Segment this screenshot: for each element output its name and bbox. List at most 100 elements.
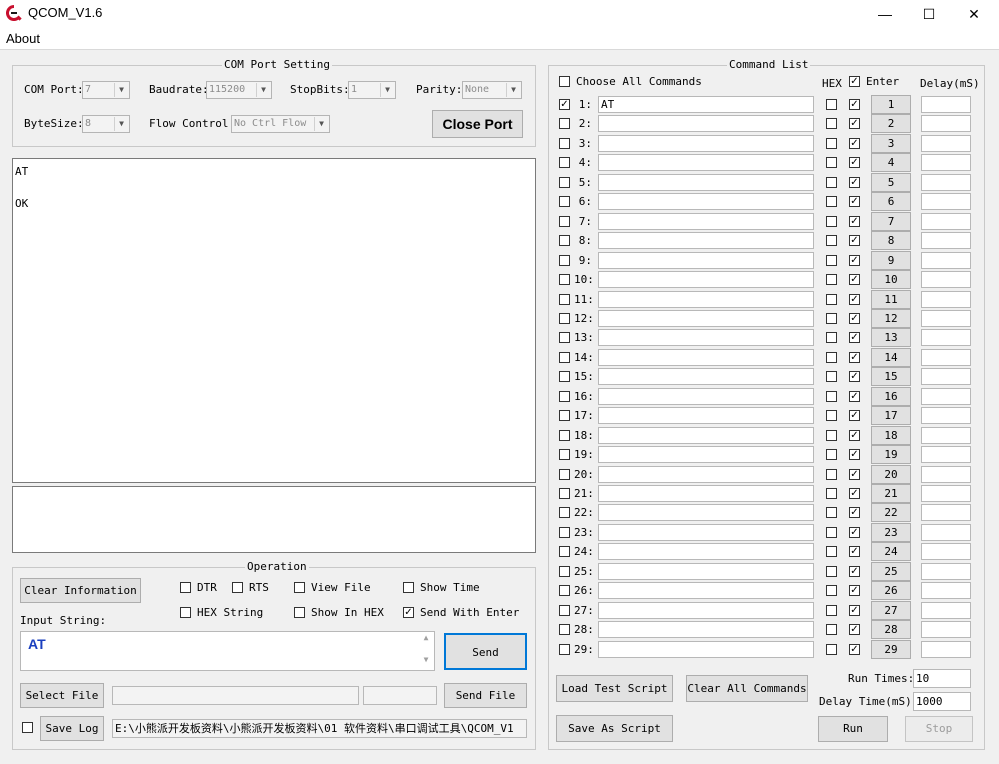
command-select-checkbox[interactable] [559,235,570,247]
command-enter-checkbox[interactable]: ✓ [849,254,860,266]
save-as-script-button[interactable]: Save As Script [556,715,673,742]
command-send-button[interactable]: 6 [871,192,911,212]
command-send-button[interactable]: 27 [871,600,911,620]
save-log-checkbox[interactable] [22,722,33,733]
command-hex-checkbox[interactable] [826,546,837,558]
command-select-checkbox[interactable] [559,293,570,305]
command-enter-checkbox[interactable]: ✓ [849,118,860,130]
command-enter-checkbox[interactable]: ✓ [849,429,860,441]
command-enter-checkbox[interactable]: ✓ [849,332,860,344]
command-delay-input[interactable] [921,621,971,639]
command-hex-checkbox[interactable] [826,643,837,655]
command-send-button[interactable]: 8 [871,231,911,251]
command-delay-input[interactable] [921,115,971,133]
command-delay-input[interactable] [921,504,971,522]
secondary-textarea[interactable] [12,486,536,553]
command-delay-input[interactable] [921,96,971,113]
command-select-checkbox[interactable] [559,565,570,577]
command-delay-input[interactable] [921,271,971,289]
command-delay-input[interactable] [921,329,971,347]
command-delay-input[interactable] [921,582,971,600]
rts-checkbox[interactable] [232,582,243,593]
command-send-button[interactable]: 22 [871,503,911,523]
command-input[interactable] [598,309,814,327]
enter-all-checkbox[interactable]: ✓ [849,76,860,87]
clear-information-button[interactable]: Clear Information [20,578,141,603]
command-enter-checkbox[interactable]: ✓ [849,643,860,655]
command-hex-checkbox[interactable] [826,624,837,636]
command-enter-checkbox[interactable]: ✓ [849,293,860,305]
input-scrollbar[interactable]: ▲ ▼ [419,633,433,669]
command-hex-checkbox[interactable] [826,410,837,422]
command-hex-checkbox[interactable] [826,526,837,538]
command-enter-checkbox[interactable]: ✓ [849,99,860,110]
command-send-button[interactable]: 25 [871,561,911,581]
command-delay-input[interactable] [921,523,971,541]
log-path-field[interactable]: E:\小熊派开发板资料\小熊派开发板资料\01 软件资料\串口调试工具\QCOM… [112,719,527,738]
command-send-button[interactable]: 28 [871,620,911,640]
command-input[interactable] [598,485,814,502]
command-hex-checkbox[interactable] [826,565,837,577]
command-delay-input[interactable] [921,134,971,152]
command-delay-input[interactable] [921,232,971,250]
command-delay-input[interactable] [921,407,971,425]
command-send-button[interactable]: 16 [871,386,911,406]
command-hex-checkbox[interactable] [826,351,837,363]
select-file-button[interactable]: Select File [20,683,104,708]
command-enter-checkbox[interactable]: ✓ [849,526,860,538]
command-input[interactable] [598,251,814,269]
send-file-button[interactable]: Send File [444,683,527,708]
receive-textarea[interactable]: AT OK [12,158,536,483]
command-select-checkbox[interactable] [559,604,570,616]
command-select-checkbox[interactable] [559,410,570,422]
command-input[interactable] [598,232,814,250]
command-send-button[interactable]: 3 [871,133,911,153]
command-send-button[interactable]: 21 [871,484,911,503]
command-enter-checkbox[interactable]: ✓ [849,196,860,208]
command-delay-input[interactable] [921,290,971,308]
command-select-checkbox[interactable] [559,526,570,538]
stopbits-select[interactable]: 1 ▼ [348,81,396,99]
command-delay-input[interactable] [921,426,971,444]
run-button[interactable]: Run [818,716,888,742]
command-input[interactable] [598,387,814,405]
command-delay-input[interactable] [921,368,971,386]
command-hex-checkbox[interactable] [826,390,837,402]
command-hex-checkbox[interactable] [826,507,837,519]
command-hex-checkbox[interactable] [826,99,837,110]
send-with-enter-checkbox[interactable]: ✓ [403,607,414,618]
view-file-checkbox[interactable] [294,582,305,593]
command-select-checkbox[interactable] [559,351,570,363]
choose-all-checkbox[interactable] [559,76,570,87]
command-send-button[interactable]: 11 [871,289,911,309]
baudrate-select[interactable]: 115200 ▼ [206,81,272,99]
command-input[interactable] [598,290,814,308]
command-delay-input[interactable] [921,348,971,366]
show-in-hex-checkbox[interactable] [294,607,305,618]
command-input[interactable] [598,212,814,230]
command-enter-checkbox[interactable]: ✓ [849,312,860,324]
command-send-button[interactable]: 2 [871,114,911,134]
command-input[interactable]: AT [598,96,814,113]
command-hex-checkbox[interactable] [826,235,837,247]
command-input[interactable] [598,601,814,619]
command-input[interactable] [598,621,814,639]
close-port-button[interactable]: Close Port [432,110,523,138]
command-hex-checkbox[interactable] [826,157,837,169]
command-select-checkbox[interactable] [559,215,570,227]
input-string-field[interactable]: AT ▲ ▼ [20,631,435,671]
command-enter-checkbox[interactable]: ✓ [849,176,860,188]
command-input[interactable] [598,582,814,600]
command-hex-checkbox[interactable] [826,274,837,286]
command-input[interactable] [598,134,814,152]
command-hex-checkbox[interactable] [826,332,837,344]
command-input[interactable] [598,193,814,211]
command-enter-checkbox[interactable]: ✓ [849,410,860,422]
command-enter-checkbox[interactable]: ✓ [849,565,860,577]
command-hex-checkbox[interactable] [826,254,837,266]
command-hex-checkbox[interactable] [826,449,837,461]
command-send-button[interactable]: 24 [871,542,911,562]
command-select-checkbox[interactable] [559,371,570,383]
command-send-button[interactable]: 10 [871,270,911,290]
command-delay-input[interactable] [921,640,971,658]
